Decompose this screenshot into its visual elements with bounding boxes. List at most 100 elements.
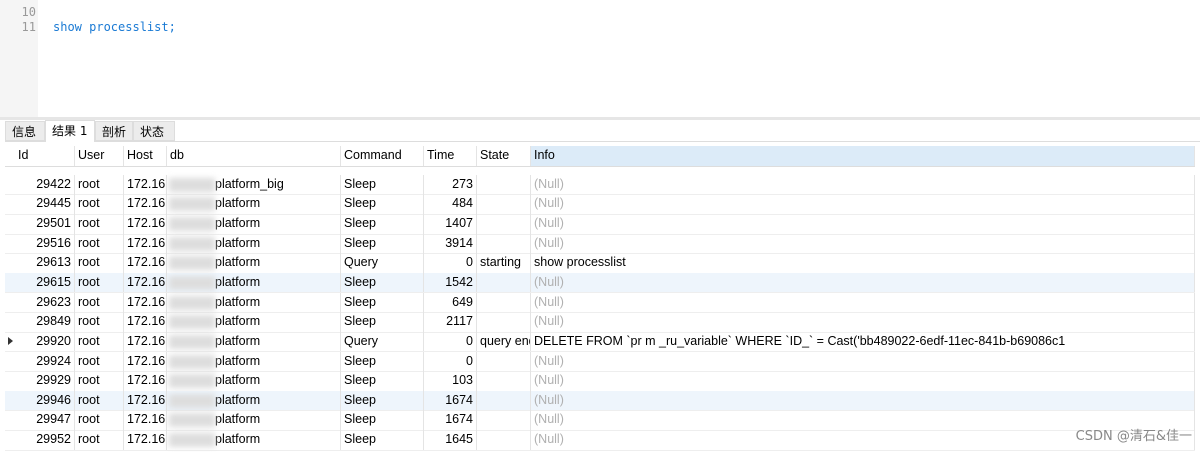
table-row[interactable]: 29615 root 172.16. platform Sleep 1542 (Null) xyxy=(5,272,1195,294)
cell-command: Query xyxy=(341,253,424,273)
current-row-indicator-icon xyxy=(8,336,13,345)
cell-host: 172.16. xyxy=(124,174,167,195)
cell-state xyxy=(477,194,531,214)
table-row[interactable]: 29924 root 172.16. platform Sleep 0 (Null) xyxy=(5,351,1195,373)
cell-command: Sleep xyxy=(341,312,424,332)
cell-host: 172.16. xyxy=(124,233,167,254)
column-header-db[interactable]: db xyxy=(167,146,341,166)
cell-info: (Null) xyxy=(531,174,1195,195)
table-row[interactable]: 29929 root 172.16. platform Sleep 103 (Null) xyxy=(5,371,1195,392)
cell-id: 29929 xyxy=(15,371,75,391)
cell-id: 29947 xyxy=(15,410,75,431)
cell-info: (Null) xyxy=(531,312,1195,332)
cell-id: 29445 xyxy=(15,194,75,214)
cell-host: 172.16. xyxy=(124,292,167,313)
cell-command: Sleep xyxy=(341,351,424,372)
cell-id: 29623 xyxy=(15,292,75,313)
header-row: Id User Host db Command Time State Info xyxy=(5,146,1195,167)
table-row[interactable]: 29445 root 172.16 platform Sleep 484 (Null) xyxy=(5,194,1195,215)
cell-command: Sleep xyxy=(341,233,424,254)
redacted-blur xyxy=(169,177,215,192)
cell-state: starting xyxy=(477,253,531,273)
column-header-time[interactable]: Time xyxy=(424,146,477,166)
table-row[interactable]: 29613 root 172.16. platform Query 0 starting sh… xyxy=(5,253,1195,274)
watermark: CSDN @清石&佳一 xyxy=(1075,429,1192,444)
line-gutter: 10 11 xyxy=(0,0,38,117)
table-row[interactable]: 29516 root 172.16. platform Sleep 3914 (Null) xyxy=(5,233,1195,255)
redacted-blur xyxy=(169,354,215,369)
cell-time: 1407 xyxy=(424,213,477,234)
redacted-blur xyxy=(169,334,215,349)
table-row[interactable]: 29623 root 172.16. platform Sleep 649 (Null) xyxy=(5,292,1195,314)
cell-user: root xyxy=(75,331,124,352)
cell-command: Sleep xyxy=(341,371,424,391)
column-header-state[interactable]: State xyxy=(477,146,531,166)
table-row[interactable]: 29501 root 172.16. platform Sleep 1407 (Null) xyxy=(5,213,1195,235)
sql-editor[interactable]: 10 11 show processlist; xyxy=(0,0,1200,117)
cell-state xyxy=(477,351,531,372)
table-row[interactable]: 29920 root 172.16 platform Query 0 query end DE… xyxy=(5,331,1195,353)
cell-user: root xyxy=(75,390,124,411)
cell-info: show processlist xyxy=(531,253,1195,273)
redacted-blur xyxy=(169,236,215,251)
cell-host: 172.16. xyxy=(124,351,167,372)
cell-id: 29920 xyxy=(15,331,75,352)
redacted-blur xyxy=(169,315,215,330)
cell-command: Sleep xyxy=(341,272,424,293)
cell-time: 484 xyxy=(424,194,477,214)
cell-state xyxy=(477,390,531,411)
cell-state xyxy=(477,174,531,195)
cell-host: 172.16. xyxy=(124,430,167,450)
cell-command: Sleep xyxy=(341,194,424,214)
cell-id: 29924 xyxy=(15,351,75,372)
cell-user: root xyxy=(75,430,124,450)
line-number: 11 xyxy=(21,20,36,34)
redacted-blur xyxy=(169,413,215,428)
column-header-user[interactable]: User xyxy=(75,146,124,166)
tab-info[interactable]: 信息 xyxy=(5,121,45,141)
column-header-host[interactable]: Host xyxy=(124,146,167,166)
cell-time: 1542 xyxy=(424,272,477,293)
sql-code[interactable]: show processlist; xyxy=(53,20,176,34)
result-tabs: 信息 结果 1 剖析 状态 xyxy=(5,120,1200,142)
table-row[interactable]: 29946 root 172.16. platform Sleep 1674 (Null) xyxy=(5,390,1195,412)
line-number: 10 xyxy=(21,5,36,19)
cell-info: (Null) xyxy=(531,272,1195,293)
cell-id: 29422 xyxy=(15,174,75,195)
table-row[interactable]: 29947 root 172.16 platform Sleep 1674 (Null) xyxy=(5,410,1195,432)
cell-info: (Null) xyxy=(531,351,1195,372)
tab-profile[interactable]: 剖析 xyxy=(95,121,133,141)
tab-result-1[interactable]: 结果 1 xyxy=(45,120,95,142)
cell-info: DELETE FROM `pr m _ru_variable` WHERE `I… xyxy=(531,331,1195,352)
cell-user: root xyxy=(75,233,124,254)
table-row[interactable]: 29422 root 172.16. platform_big Sleep 273 (Nul… xyxy=(5,174,1195,196)
cell-host: 172.16. xyxy=(124,390,167,411)
table-row[interactable]: 29952 root 172.16. platform Sleep 1645 (Null) xyxy=(5,430,1195,451)
table-row[interactable]: 29849 root 172.16. platform Sleep 2117 (Null) xyxy=(5,312,1195,333)
cell-user: root xyxy=(75,253,124,273)
cell-user: root xyxy=(75,312,124,332)
cell-time: 1674 xyxy=(424,390,477,411)
cell-info: (Null) xyxy=(531,371,1195,391)
cell-id: 29946 xyxy=(15,390,75,411)
column-header-command[interactable]: Command xyxy=(341,146,424,166)
cell-host: 172.16. xyxy=(124,371,167,391)
cell-user: root xyxy=(75,174,124,195)
cell-time: 0 xyxy=(424,253,477,273)
column-header-info[interactable]: Info xyxy=(531,146,1195,166)
redacted-blur xyxy=(169,393,215,408)
cell-info: (Null) xyxy=(531,233,1195,254)
cell-state xyxy=(477,272,531,293)
cell-state xyxy=(477,371,531,391)
cell-state xyxy=(477,233,531,254)
cell-user: root xyxy=(75,213,124,234)
tab-status[interactable]: 状态 xyxy=(133,121,175,141)
cell-host: 172.16 xyxy=(124,194,167,214)
cell-command: Sleep xyxy=(341,390,424,411)
cell-id: 29952 xyxy=(15,430,75,450)
cell-time: 3914 xyxy=(424,233,477,254)
cell-state xyxy=(477,410,531,431)
column-header-id[interactable]: Id xyxy=(15,146,75,166)
cell-host: 172.16. xyxy=(124,213,167,234)
cell-command: Sleep xyxy=(341,430,424,450)
